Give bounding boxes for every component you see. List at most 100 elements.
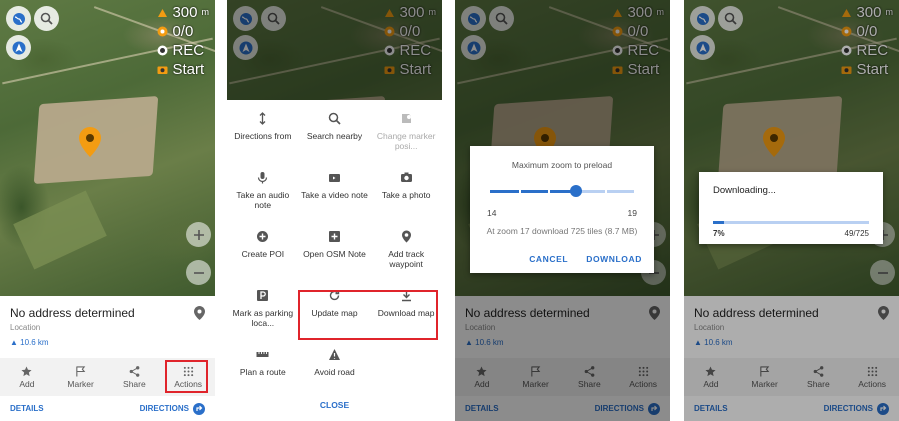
menu-item-plan-a-route[interactable]: Plan a route xyxy=(227,344,299,403)
menu-item-take-a-photo[interactable]: Take a photo xyxy=(370,167,442,226)
card-bottom-bar: DETAILS DIRECTIONS xyxy=(0,396,215,421)
screen-3-preload-dialog: 300 m 0/0 REC Start No address determined… xyxy=(455,0,670,421)
distance-value: 10.6 km xyxy=(20,338,49,347)
screen-2-actions-menu: 300 m 0/0 REC Start Directions from Search… xyxy=(227,0,442,421)
zoom-in-button[interactable] xyxy=(186,222,211,247)
downloading-dialog: Downloading... 7% 49/725 xyxy=(699,172,883,244)
map-globe-button[interactable] xyxy=(6,6,31,31)
zoom-slider[interactable] xyxy=(490,185,634,197)
trip-value: 0/0 xyxy=(172,23,194,40)
menu-item-change-marker-posi: Change marker posi... xyxy=(370,108,442,167)
menu-item-create-poi[interactable]: Create POI xyxy=(227,226,299,285)
plus-icon xyxy=(193,229,204,240)
add-button[interactable]: Add xyxy=(0,358,54,396)
osm-note-icon xyxy=(328,231,340,242)
menu-item-label: Open OSM Note xyxy=(303,249,366,259)
map-marker-pin-icon[interactable] xyxy=(79,127,101,157)
actions-grid: Directions from Search nearby Change marke… xyxy=(227,108,442,403)
downloading-title: Downloading... xyxy=(713,185,776,196)
search-icon xyxy=(328,112,341,125)
details-button[interactable]: DETAILS xyxy=(10,404,44,413)
preload-title: Maximum zoom to preload xyxy=(511,160,613,170)
altitude-unit: m xyxy=(201,7,210,17)
video-icon xyxy=(328,174,340,182)
map-view[interactable]: 300 m 0/0 REC Start xyxy=(0,0,215,296)
directions-label: DIRECTIONS xyxy=(139,404,189,413)
directions-button[interactable]: DIRECTIONS xyxy=(139,402,205,415)
share-button[interactable]: Share xyxy=(108,358,162,396)
address-title: No address determined xyxy=(10,306,135,320)
record-icon xyxy=(157,45,168,56)
zoom-out-button[interactable] xyxy=(186,260,211,285)
menu-item-add-track-waypoint[interactable]: Add track waypoint xyxy=(370,226,442,285)
globe-icon xyxy=(12,12,25,25)
cancel-button[interactable]: CANCEL xyxy=(529,254,568,264)
zoom-slider-handle[interactable] xyxy=(570,185,583,197)
menu-item-label: Avoid road xyxy=(314,367,355,377)
map-widgets: 300 m 0/0 REC Start xyxy=(157,3,209,79)
directions-from-icon xyxy=(259,112,266,125)
highlight-actions-box xyxy=(165,360,208,393)
download-count: 49/725 xyxy=(844,229,869,238)
menu-item-take-a-video-note[interactable]: Take a video note xyxy=(299,167,371,226)
zoom-max-label: 19 xyxy=(627,208,637,218)
share-icon xyxy=(129,365,140,377)
menu-item-directions-from[interactable]: Directions from xyxy=(227,108,299,167)
altitude-widget[interactable]: 300 m xyxy=(157,3,209,22)
start-label: Start xyxy=(172,61,205,78)
ruler-icon xyxy=(256,352,269,357)
flag-icon xyxy=(76,365,86,377)
menu-item-label: Mark as parking loca... xyxy=(232,308,294,328)
star-icon xyxy=(21,365,32,376)
menu-item-label: Directions from xyxy=(234,131,292,141)
change-position-icon xyxy=(401,114,411,123)
add-label: Add xyxy=(19,378,35,389)
download-info: At zoom 17 download 725 tiles (8.7 MB) xyxy=(486,226,638,236)
warning-icon xyxy=(328,349,340,360)
minus-icon xyxy=(193,271,204,274)
menu-item-label: Search nearby xyxy=(306,131,363,141)
menu-item-open-osm-note[interactable]: Open OSM Note xyxy=(299,226,371,285)
zoom-min-label: 14 xyxy=(487,208,497,218)
search-icon xyxy=(40,12,53,25)
rec-widget[interactable]: REC xyxy=(157,41,209,60)
menu-item-label: Take an audio note xyxy=(236,190,290,210)
start-widget[interactable]: Start xyxy=(157,60,209,79)
close-button[interactable]: CLOSE xyxy=(227,400,442,410)
rec-label: REC xyxy=(172,42,205,59)
navigation-arrow-icon xyxy=(12,41,25,54)
screenshot-sequence: 300 m 0/0 REC Start No address determined… xyxy=(0,0,899,421)
marker-label: Marker xyxy=(67,378,94,389)
compass-button[interactable] xyxy=(6,35,31,60)
directions-icon xyxy=(193,402,205,415)
menu-item-label: Take a photo xyxy=(381,190,431,200)
download-percent: 7% xyxy=(713,229,725,238)
location-subtitle: Location xyxy=(10,323,41,332)
screen-4-downloading: 300 m 0/0 REC Start No address determined… xyxy=(684,0,899,421)
menu-item-search-nearby[interactable]: Search nearby xyxy=(299,108,371,167)
menu-item-avoid-road[interactable]: Avoid road xyxy=(299,344,371,403)
menu-item-label: Create POI xyxy=(241,249,285,259)
menu-item-mark-as-parking-loca[interactable]: Mark as parking loca... xyxy=(227,285,299,344)
map-search-button[interactable] xyxy=(34,6,59,31)
menu-item-label: Add track waypoint xyxy=(388,249,425,269)
menu-item-label: Take a video note xyxy=(301,190,368,200)
menu-item-take-an-audio-note[interactable]: Take an audio note xyxy=(227,167,299,226)
altitude-value: 300 xyxy=(172,4,198,21)
distance-label: ▲ 10.6 km xyxy=(10,338,49,347)
share-label: Share xyxy=(123,378,146,389)
marker-button[interactable]: Marker xyxy=(54,358,108,396)
trip-icon xyxy=(157,26,168,37)
microphone-icon xyxy=(258,172,268,184)
location-card: No address determined Location ▲ 10.6 km… xyxy=(0,296,215,421)
menu-item-label: Change marker posi... xyxy=(376,131,436,151)
screen-1-map-card: 300 m 0/0 REC Start No address determined… xyxy=(0,0,215,421)
highlight-update-download-box xyxy=(298,290,438,340)
camera-icon xyxy=(400,172,412,182)
download-button[interactable]: DOWNLOAD xyxy=(586,254,642,264)
location-pin-icon[interactable] xyxy=(194,306,205,320)
download-progress-bar xyxy=(713,221,869,224)
trip-widget[interactable]: 0/0 xyxy=(157,22,209,41)
waypoint-icon xyxy=(401,230,411,243)
altitude-icon xyxy=(158,9,168,17)
